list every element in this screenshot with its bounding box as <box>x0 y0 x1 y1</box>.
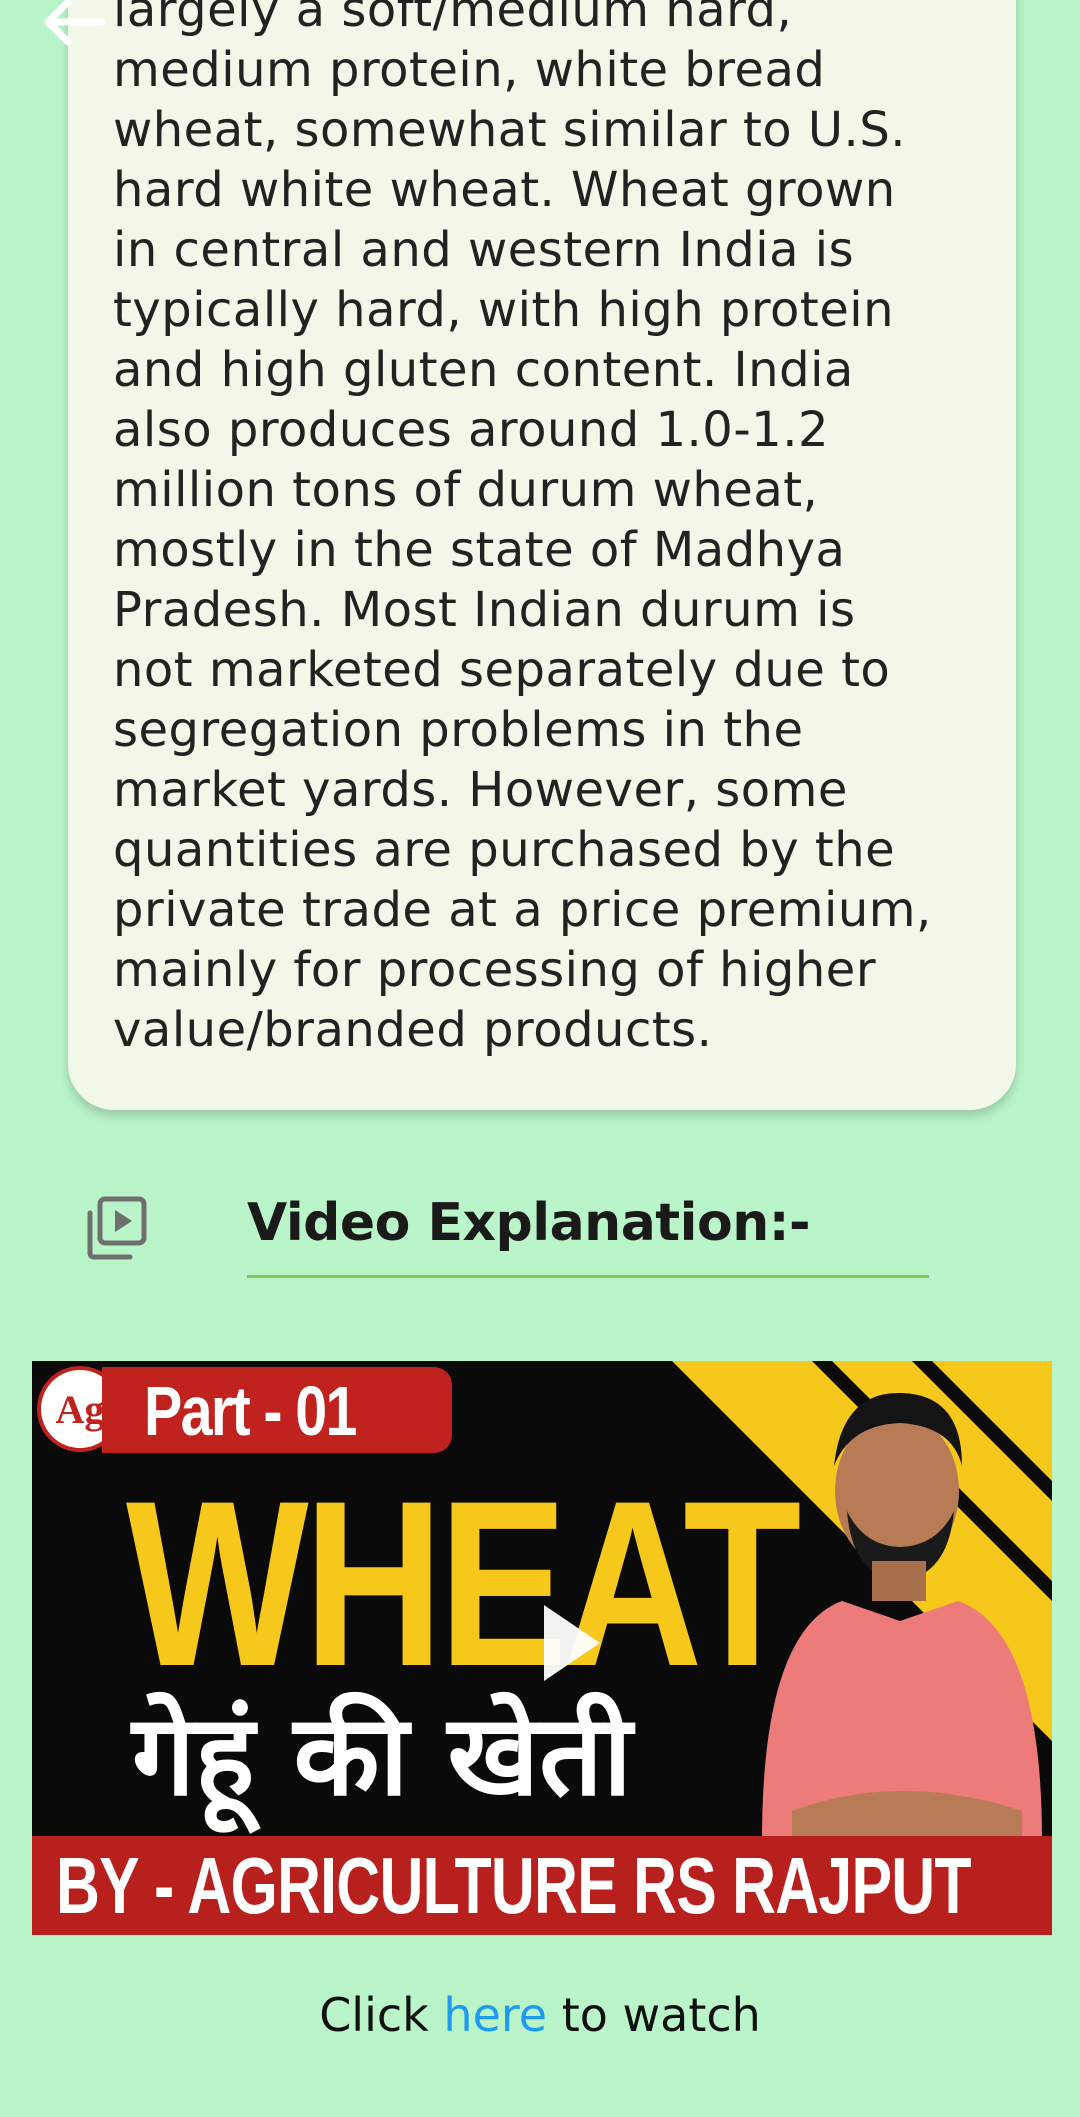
article-line: and high gluten content. India <box>113 342 854 398</box>
watch-link[interactable]: here <box>443 1988 547 2042</box>
article-line: quantities are purchased by the <box>113 822 896 878</box>
thumbnail-byline: BY - AGRICULTURE RS RAJPUT <box>56 1841 972 1930</box>
thumbnail-headline: WHEAT <box>126 1452 801 1716</box>
section-title: Video Explanation:- <box>247 1193 811 1253</box>
article-line: Pradesh. Most Indian durum is <box>113 582 856 638</box>
article-line: million tons of durum wheat, <box>113 462 819 518</box>
article-line: typically hard, with high protein <box>113 282 895 338</box>
article-line: mainly for processing of higher <box>113 942 877 998</box>
article-line: hard white wheat. Wheat grown <box>113 162 896 218</box>
article-card: largely a soft/medium hard, medium prote… <box>68 0 1016 1110</box>
play-button[interactable] <box>502 1581 622 1701</box>
arrow-left-icon <box>44 0 106 46</box>
watch-prompt: Click here to watch <box>0 1985 1080 2045</box>
article-line: segregation problems in the <box>113 702 804 758</box>
article-line: medium protein, white bread <box>113 42 826 98</box>
article-line: mostly in the state of Madhya <box>113 522 846 578</box>
play-icon <box>544 1605 600 1681</box>
article-line: wheat, somewhat similar to U.S. <box>113 102 907 158</box>
article-line: not marketed separately due to <box>113 642 891 698</box>
video-library-icon <box>82 1195 150 1263</box>
part-label: Part - 01 <box>144 1372 357 1450</box>
article-line: value/branded products. <box>113 1002 713 1058</box>
video-thumbnail[interactable]: Ag Part - 01 WHEAT गेहूं की खेती BY - AG… <box>32 1361 1052 1935</box>
article-line: largely a soft/medium hard, <box>113 0 793 38</box>
watch-suffix: to watch <box>547 1988 761 2042</box>
title-underline <box>247 1275 929 1278</box>
thumbnail-hindi-subtitle: गेहूं की खेती <box>132 1691 633 1821</box>
article-text: largely a soft/medium hard, medium prote… <box>113 0 993 1060</box>
article-line: private trade at a price premium, <box>113 882 932 938</box>
watch-prefix: Click <box>319 1988 444 2042</box>
logo-text: Ag <box>56 1387 105 1432</box>
article-line: in central and western India is <box>113 222 855 278</box>
back-button[interactable] <box>42 0 108 48</box>
article-line: market yards. However, some <box>113 762 848 818</box>
article-line: also produces around 1.0-1.2 <box>113 402 829 458</box>
